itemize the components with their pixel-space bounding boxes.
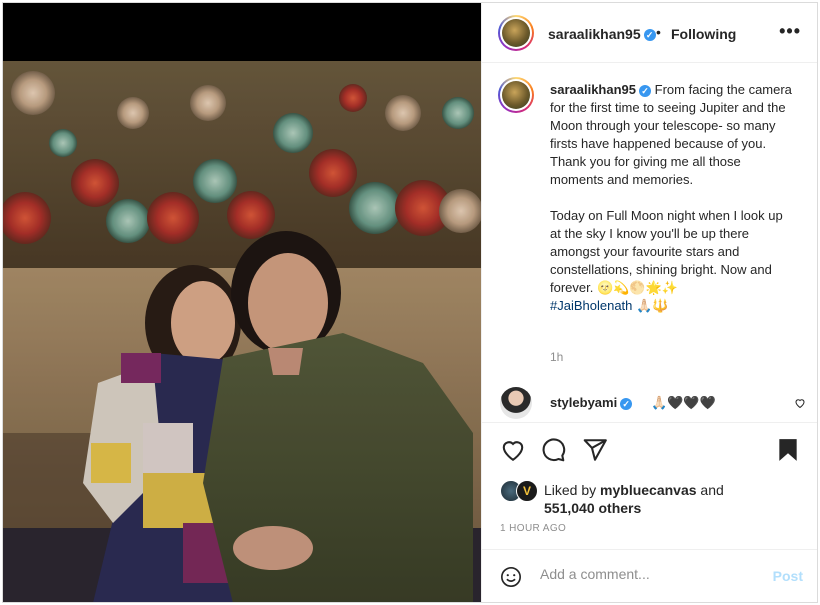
- action-bar: [482, 422, 817, 477]
- verified-badge-icon: ✓: [639, 84, 652, 97]
- commenter-username[interactable]: stylebyami ✓: [550, 395, 633, 410]
- liked-by-username[interactable]: mybluecanvas: [600, 482, 697, 498]
- liker-avatars[interactable]: V: [500, 480, 540, 502]
- following-button[interactable]: Following: [671, 26, 736, 42]
- verified-badge-icon: ✓: [643, 29, 656, 42]
- caption: saraalikhan95 ✓ From facing the camera fo…: [550, 81, 796, 315]
- commenter-avatar[interactable]: [500, 387, 532, 419]
- post-comment-button[interactable]: Post: [773, 568, 803, 584]
- hashtag-link[interactable]: #JaiBholenath: [550, 298, 632, 313]
- verified-badge-icon: ✓: [620, 397, 633, 410]
- likes-count[interactable]: 551,040 others: [544, 500, 641, 516]
- caption-paragraph-2: Today on Full Moon night when I look up …: [550, 208, 783, 295]
- emoji-smiley-icon[interactable]: [500, 566, 522, 588]
- comments-section[interactable]: saraalikhan95 ✓ From facing the camera fo…: [482, 63, 817, 422]
- more-options-icon[interactable]: •••: [779, 21, 801, 42]
- caption-author-avatar[interactable]: [498, 77, 534, 113]
- comment-input[interactable]: [540, 566, 760, 582]
- share-send-icon[interactable]: [582, 437, 608, 463]
- comment-bubble-icon[interactable]: [540, 437, 566, 463]
- post-image: [3, 3, 481, 602]
- add-comment-bar: Post: [482, 549, 817, 602]
- separator-dot: •: [656, 24, 661, 40]
- author-avatar[interactable]: [498, 15, 534, 51]
- author-username[interactable]: saraalikhan95 ✓: [548, 26, 656, 42]
- like-heart-icon[interactable]: [500, 437, 526, 463]
- post-dialog: saraalikhan95 ✓ • Following ••• saraalikh…: [2, 2, 818, 603]
- comment-like-heart-icon[interactable]: [794, 397, 806, 412]
- caption-author-username[interactable]: saraalikhan95 ✓: [550, 82, 652, 97]
- save-bookmark-icon[interactable]: [777, 437, 803, 463]
- post-photo[interactable]: [3, 3, 481, 602]
- post-header: saraalikhan95 ✓ • Following •••: [482, 3, 817, 63]
- likes-text: Liked by mybluecanvas and: [544, 482, 724, 498]
- caption-paragraph-1: From facing the camera for the first tim…: [550, 82, 792, 187]
- hashtag-suffix: 🙏🏻🔱: [632, 298, 669, 313]
- post-timestamp[interactable]: 1 HOUR AGO: [500, 523, 566, 534]
- caption-timestamp[interactable]: 1h: [550, 350, 563, 364]
- comment-item: stylebyami ✓ 🙏🏻🖤🖤🖤: [500, 387, 812, 419]
- comment-text: 🙏🏻🖤🖤🖤: [651, 395, 716, 410]
- post-side-panel: saraalikhan95 ✓ • Following ••• saraalikh…: [481, 3, 817, 602]
- liker-avatar: V: [516, 480, 538, 502]
